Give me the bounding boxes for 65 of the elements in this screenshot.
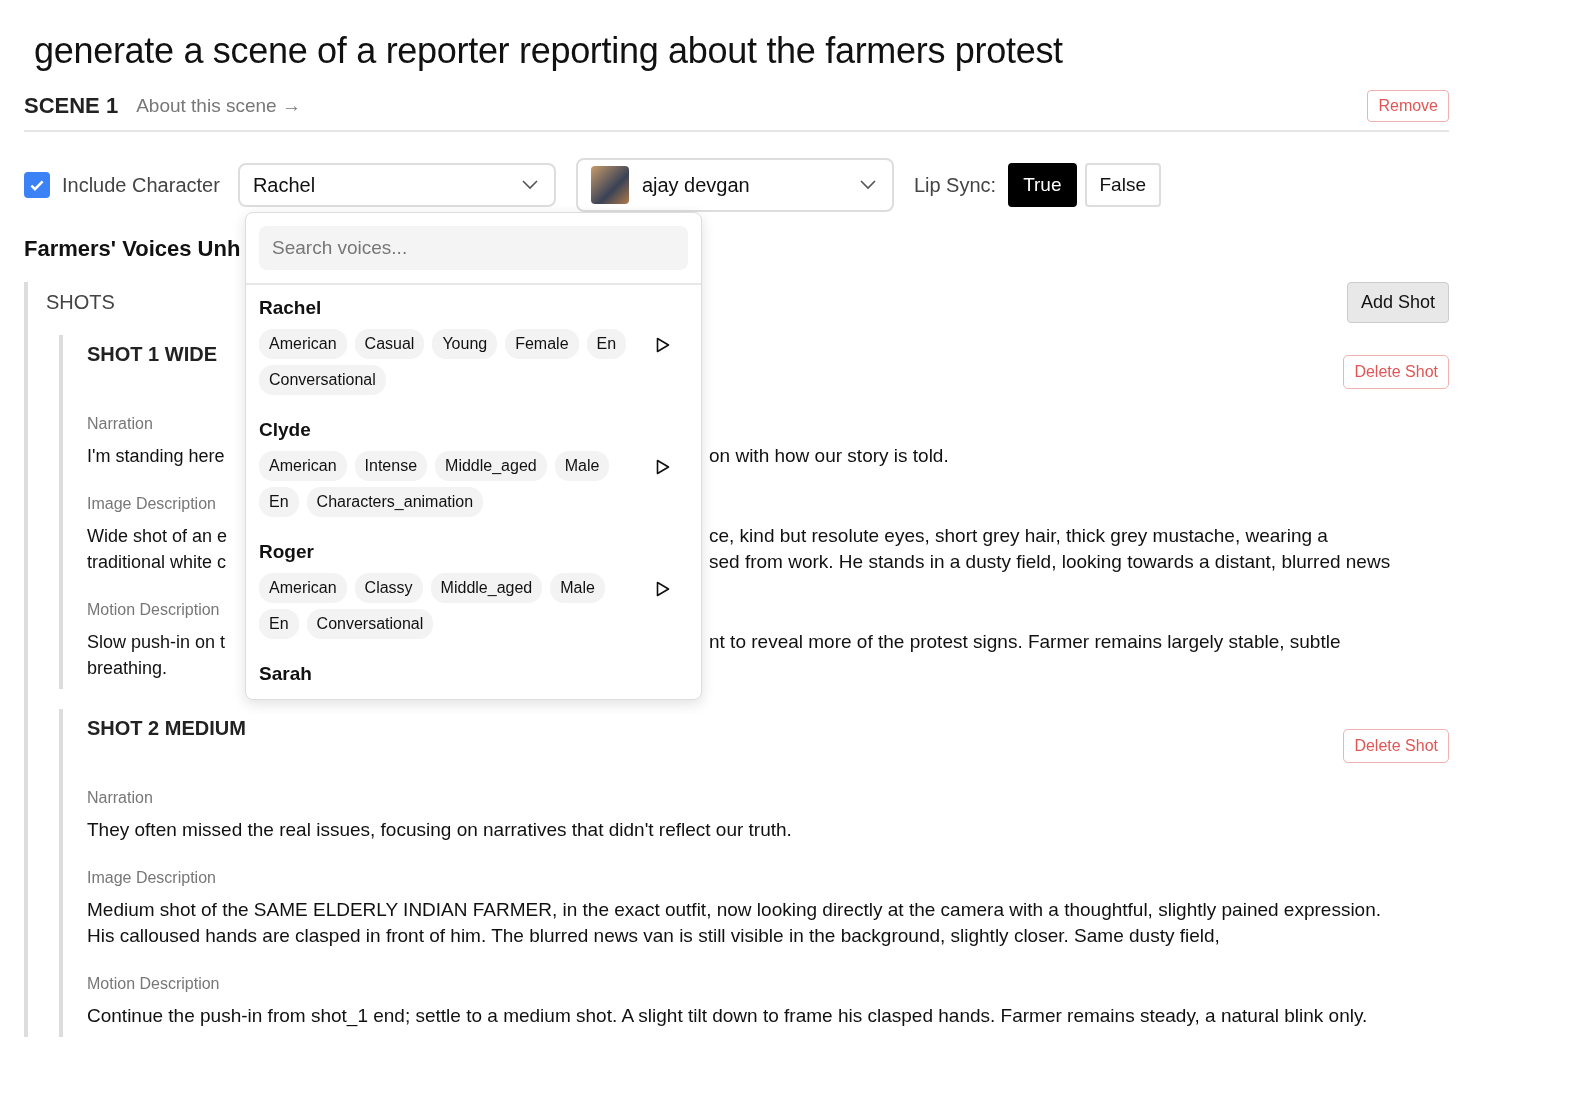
lip-sync-option[interactable]: True xyxy=(1008,163,1077,207)
voice-tag: Male xyxy=(554,451,610,481)
voice-tag: En xyxy=(259,487,299,517)
voice-tag: Characters_animation xyxy=(306,487,484,517)
prompt-title: generate a scene of a reporter reporting about the farmers protest xyxy=(34,30,1064,72)
field-label: Image Description xyxy=(87,869,216,887)
add-shot-button[interactable]: Add Shot xyxy=(1346,282,1449,323)
voice-tag: Conversational xyxy=(259,365,386,395)
voice-tag: Classy xyxy=(354,573,423,603)
include-character-label: Include Character xyxy=(62,173,220,197)
field-text: I'm standing here xyxy=(87,445,226,468)
shot-title: SHOT 1 WIDE xyxy=(87,343,217,366)
shots-label: SHOTS xyxy=(46,291,115,314)
field-label: Motion Description xyxy=(87,601,220,619)
field-text: on with how our story is told. xyxy=(709,444,949,468)
play-icon[interactable] xyxy=(656,581,670,597)
lip-sync-option[interactable]: False xyxy=(1084,163,1161,207)
voice-tag: Conversational xyxy=(306,609,434,639)
voice-tag: Casual xyxy=(354,329,425,359)
field-text: breathing. xyxy=(87,657,169,680)
voice-tag: Intense xyxy=(354,451,428,481)
field-label: Image Description xyxy=(87,495,216,513)
voice-tag: Male xyxy=(550,573,605,603)
chevron-icon xyxy=(521,180,538,190)
remove-button[interactable]: Remove xyxy=(1367,90,1449,122)
character-select[interactable]: ajay devgan xyxy=(575,158,894,212)
field-text: sed from work. He stands in a dusty field, looking towards a distant, blurred news xyxy=(709,550,1391,574)
field-text: nt to reveal more of the protest signs. Farmer remains largely stable, subtle xyxy=(709,630,1341,654)
scene-title: SCENE 1 xyxy=(24,93,119,119)
field-text: They often missed the real issues, focusing on narratives that didn't reflect our truth. xyxy=(87,818,793,842)
voice-tag: En xyxy=(259,609,299,639)
delete-shot-button[interactable]: Delete Shot xyxy=(1343,729,1449,763)
voice-tag: Middle_aged xyxy=(435,451,547,481)
field-text: ce, kind but resolute eyes, short grey hair, thick grey mustache, wearing a xyxy=(709,524,1328,548)
voice-name[interactable]: Sarah xyxy=(259,663,688,685)
search-field[interactable]: Search voices... xyxy=(259,226,688,270)
play-icon[interactable] xyxy=(656,337,670,353)
field-label: Narration xyxy=(87,415,153,433)
field-text: traditional white c xyxy=(87,551,228,574)
voice-tag: Female xyxy=(505,329,579,359)
voice-tag: American xyxy=(259,329,347,359)
play-icon[interactable] xyxy=(656,459,670,475)
field-text: Continue the push-in from shot_1 end; settle to a medium shot. A slight tilt down to frame his clasped hands. Farmer remains steady, a natural blink only. xyxy=(87,1004,1369,1029)
delete-shot-button[interactable]: Delete Shot xyxy=(1343,355,1449,389)
field-text: Slow push-in on t xyxy=(87,631,227,654)
voice-name[interactable]: Rachel xyxy=(259,297,688,319)
voice-tag: Young xyxy=(432,329,498,359)
voice-tag: En xyxy=(586,329,627,359)
field-text: Medium shot of the SAME ELDERLY INDIAN FARMER, in the exact outfit, now looking directly at the camera with a thoughtful, slightly pained expression. His calloused hands are clasped in front of him. The blurred news van is still visible in the background, slightly closer. Same dusty field, xyxy=(87,898,1383,948)
field-label: Narration xyxy=(87,789,153,807)
include-character-checkbox[interactable] xyxy=(24,172,50,198)
voice-tag: Middle_aged xyxy=(430,573,543,603)
voice-name[interactable]: Clyde xyxy=(259,419,688,441)
voice-tag: American xyxy=(259,451,347,481)
character-photo-placeholder xyxy=(590,166,629,204)
voice-tag: American xyxy=(259,573,347,603)
field-text: Wide shot of an e xyxy=(87,525,229,548)
about-scene-link[interactable]: About this scene → xyxy=(136,95,301,117)
lip-sync-label: Lip Sync: xyxy=(913,173,997,197)
voice-select[interactable]: Rachel xyxy=(237,163,556,207)
chevron-icon xyxy=(859,180,876,190)
voice-name[interactable]: Roger xyxy=(259,541,688,563)
field-label: Motion Description xyxy=(87,975,220,993)
scene-heading: Farmers' Voices Unh xyxy=(24,236,241,262)
shot-title: SHOT 2 MEDIUM xyxy=(87,717,246,740)
